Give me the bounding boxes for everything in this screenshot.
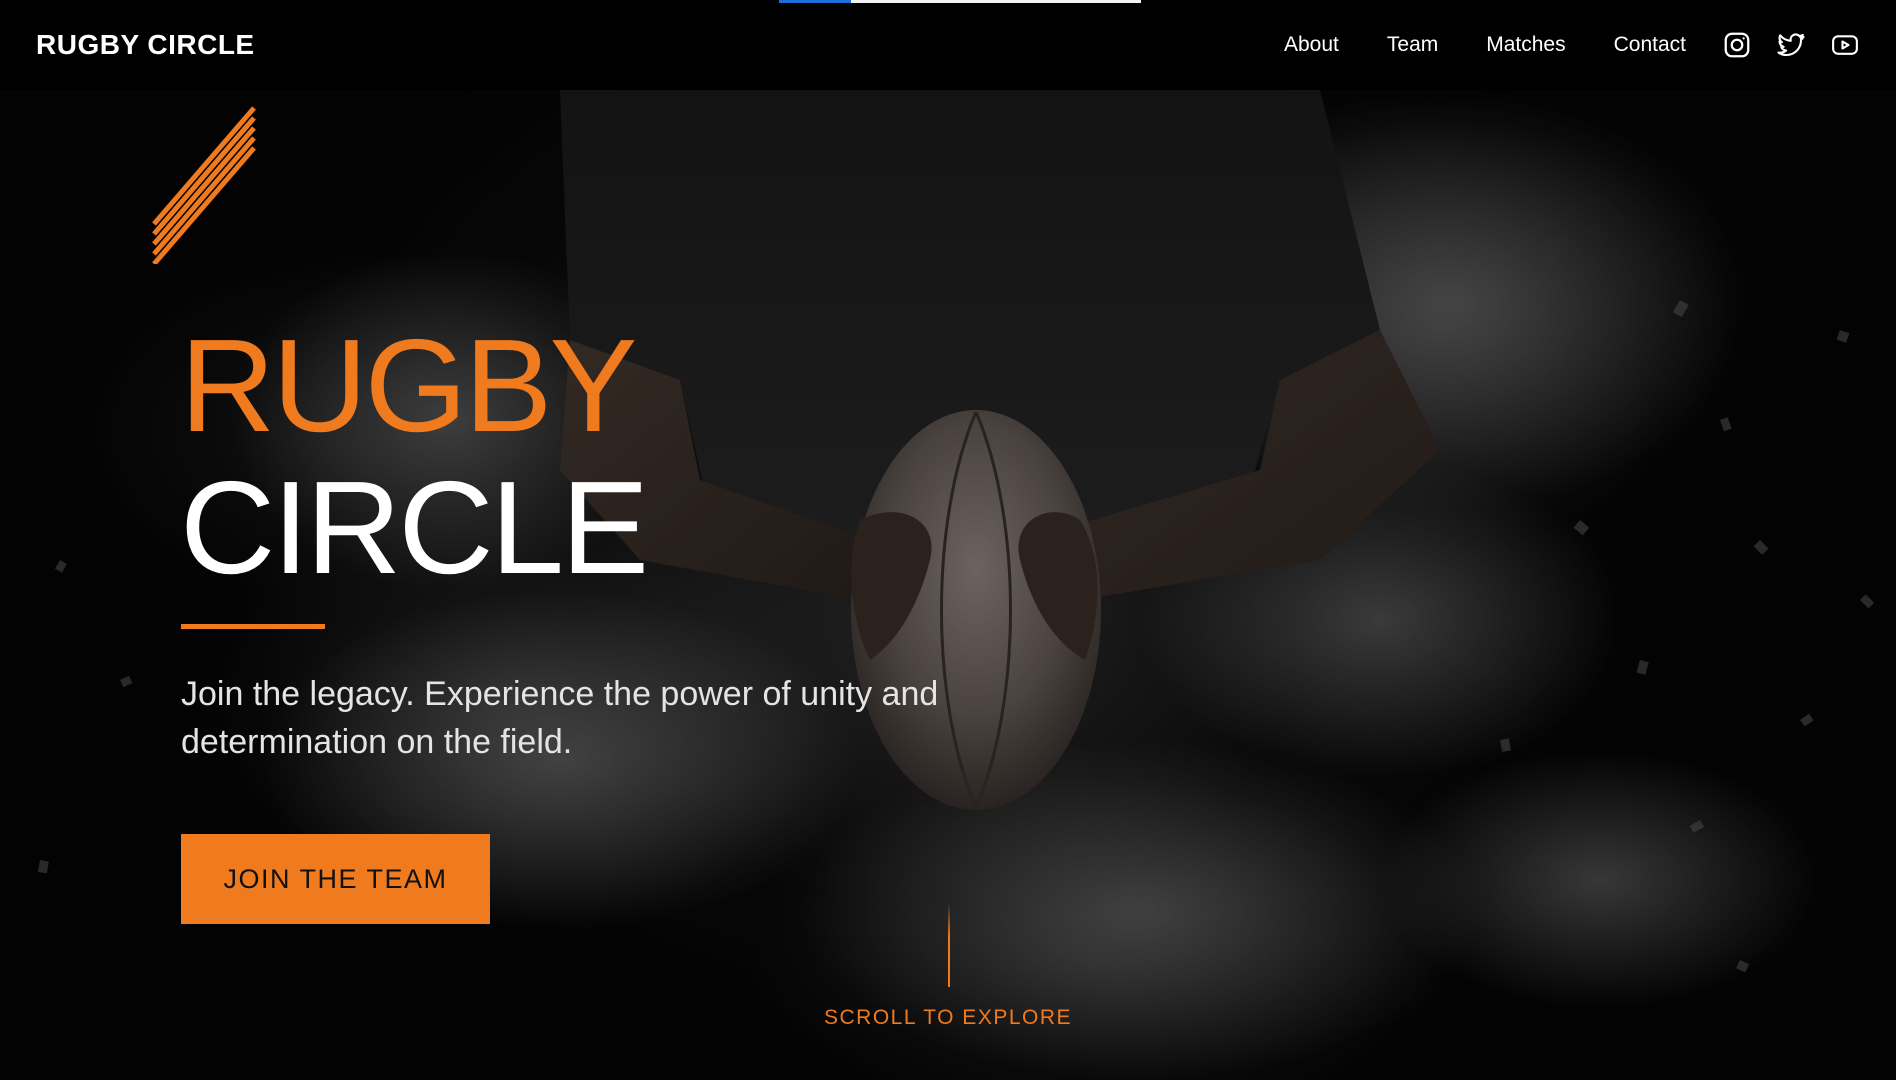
scroll-indicator-line xyxy=(948,903,950,987)
top-navbar: RUGBY CIRCLE About Team Matches Contact xyxy=(0,0,1896,90)
scroll-progress-bar xyxy=(779,0,1141,3)
nav-link-about[interactable]: About xyxy=(1284,33,1339,57)
hero-tagline: Join the legacy. Experience the power of… xyxy=(181,675,939,761)
instagram-icon[interactable] xyxy=(1722,30,1752,60)
hero-title: RUGBY CIRCLE xyxy=(180,312,649,601)
nav-link-matches[interactable]: Matches xyxy=(1486,33,1565,57)
hero-title-line-1: RUGBY xyxy=(180,312,637,459)
youtube-icon[interactable] xyxy=(1830,30,1860,60)
scroll-to-explore-label[interactable]: SCROLL TO EXPLORE xyxy=(0,1006,1896,1030)
decorative-stripes xyxy=(150,104,260,266)
landing-page: RUGBY CIRCLE About Team Matches Contact xyxy=(0,0,1896,1080)
brand-logo[interactable]: RUGBY CIRCLE xyxy=(36,29,255,61)
twitter-icon[interactable] xyxy=(1776,30,1806,60)
nav-link-contact[interactable]: Contact xyxy=(1614,33,1686,57)
social-links xyxy=(1722,30,1860,60)
nav-right: About Team Matches Contact xyxy=(1284,30,1860,60)
accent-divider xyxy=(181,624,325,629)
nav-link-team[interactable]: Team xyxy=(1387,33,1438,57)
hero-title-line-2: CIRCLE xyxy=(180,454,649,601)
scroll-progress-fill xyxy=(779,0,852,3)
join-team-button[interactable]: JOIN THE TEAM xyxy=(181,834,490,924)
